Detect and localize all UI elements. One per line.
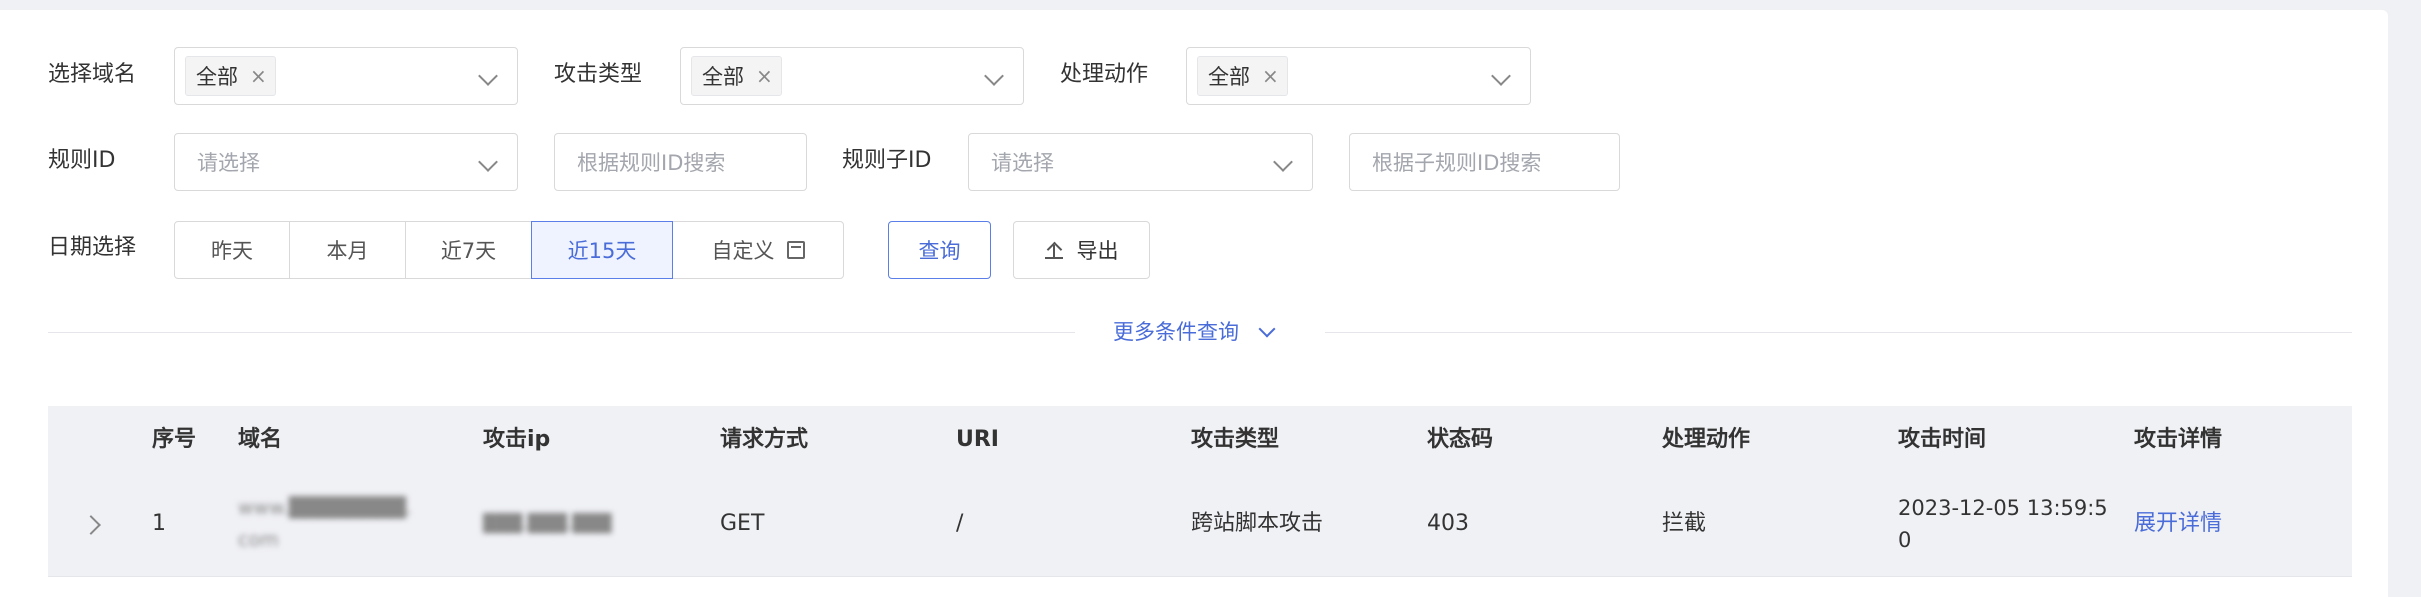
date-option-this-month[interactable]: 本月 [289,221,406,279]
action-label: 处理动作 [1060,62,1149,87]
sub-rule-id-label: 规则子ID [842,148,932,173]
more-conditions-label: 更多条件查询 [1113,320,1239,344]
sub-rule-search-placeholder: 根据子规则ID搜索 [1372,151,1542,175]
chevron-down-icon [1258,320,1276,338]
row-attack-type: 跨站脚本攻击 [1191,511,1324,536]
rule-search-placeholder: 根据规则ID搜索 [577,151,726,175]
export-button-label: 导出 [1076,239,1119,263]
rule-id-placeholder: 请选择 [197,151,260,175]
column-header-index: 序号 [152,427,197,452]
table-row: 1 www.████████. com ███.███.███ GET / 跨站… [48,474,2352,577]
domain-select[interactable]: 全部 × [174,47,518,105]
attack-type-select[interactable]: 全部 × [680,47,1024,105]
column-header-method: 请求方式 [720,427,809,452]
rule-search-input[interactable]: 根据规则ID搜索 [554,133,807,191]
date-range-picker: 昨天 本月 近7天 近15天 自定义 [174,221,844,279]
attack-type-tag-text: 全部 [702,65,744,89]
filter-panel: 选择域名 全部 × 攻击类型 全部 × 处理动作 全部 × 规则ID 请选择 根据规则… [0,10,2388,597]
query-button[interactable]: 查询 [888,221,991,279]
divider-left [48,332,1075,333]
column-header-domain: 域名 [238,427,283,452]
export-button[interactable]: 导出 [1013,221,1150,279]
sub-rule-search-input[interactable]: 根据子规则ID搜索 [1349,133,1620,191]
domain-label: 选择域名 [48,62,137,87]
divider-right [1325,332,2352,333]
row-uri: / [956,511,964,536]
date-option-yesterday[interactable]: 昨天 [174,221,290,279]
close-icon[interactable]: × [1262,66,1279,86]
chevron-down-icon [478,152,498,172]
sub-rule-id-select[interactable]: 请选择 [968,133,1313,191]
chevron-right-icon[interactable] [81,515,101,535]
row-time-line1: 2023-12-05 13:59:5 [1898,496,2108,520]
column-header-attack-detail: 攻击详情 [2134,427,2223,452]
row-action: 拦截 [1662,511,1707,536]
date-option-custom-label: 自定义 [711,239,775,263]
attack-type-tag: 全部 × [691,56,782,96]
column-header-uri: URI [956,427,999,452]
row-time-line2: 0 [1898,528,1912,552]
column-header-attack-time: 攻击时间 [1898,427,1987,452]
rule-id-label: 规则ID [48,148,116,173]
domain-tag-text: 全部 [196,65,238,89]
date-option-15-days[interactable]: 近15天 [531,221,673,279]
action-tag-text: 全部 [1208,65,1250,89]
chevron-down-icon [478,66,498,86]
action-select[interactable]: 全部 × [1186,47,1531,105]
column-header-action: 处理动作 [1662,427,1751,452]
chevron-down-icon [1491,66,1511,86]
more-conditions-toggle[interactable]: 更多条件查询 [1113,316,1276,348]
table-header: 序号 域名 攻击ip 请求方式 URI 攻击类型 状态码 处理动作 攻击时间 攻… [48,406,2352,474]
domain-tag: 全部 × [185,56,276,96]
row-method: GET [720,511,765,536]
close-icon[interactable]: × [250,66,267,86]
date-option-7-days[interactable]: 近7天 [405,221,532,279]
upload-icon [1044,241,1063,259]
date-label: 日期选择 [48,235,137,260]
row-domain-line2: com [238,529,279,551]
expand-detail-link[interactable]: 展开详情 [2134,508,2222,540]
column-header-attack-ip: 攻击ip [483,427,551,452]
row-status: 403 [1427,511,1469,536]
sub-rule-id-placeholder: 请选择 [991,151,1054,175]
attack-type-label: 攻击类型 [554,62,643,87]
row-index: 1 [152,511,166,536]
close-icon[interactable]: × [756,66,773,86]
column-header-status: 状态码 [1427,427,1494,452]
action-tag: 全部 × [1197,56,1288,96]
row-domain-line1: www.████████. [238,497,412,519]
chevron-down-icon [984,66,1004,86]
calendar-icon [786,241,805,259]
rule-id-select[interactable]: 请选择 [174,133,518,191]
chevron-down-icon [1273,152,1293,172]
date-option-custom[interactable]: 自定义 [672,221,844,279]
column-header-attack-type: 攻击类型 [1191,427,1280,452]
row-attack-ip: ███.███.███ [483,514,612,534]
